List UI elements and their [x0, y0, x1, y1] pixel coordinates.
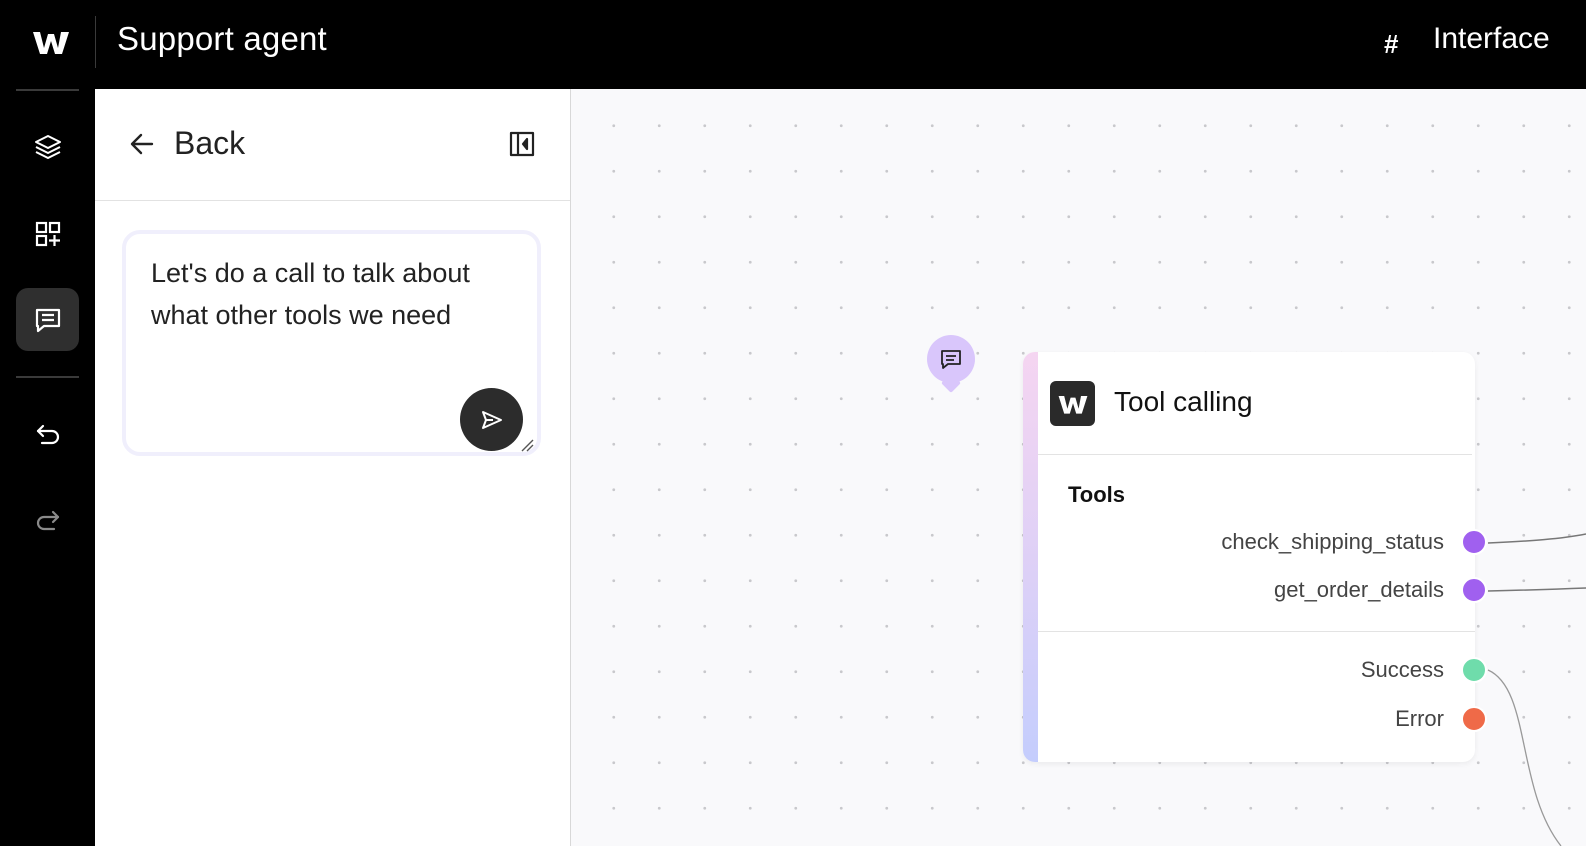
- tool-port-handle[interactable]: [1461, 577, 1487, 603]
- send-icon: [481, 410, 502, 429]
- app-title: Support agent: [117, 20, 327, 57]
- hash-icon: #: [1384, 29, 1399, 59]
- chat-input[interactable]: Let's do a call to talk about what other…: [151, 252, 526, 336]
- output-port-label: Success: [1360, 657, 1444, 682]
- left-rail: [0, 89, 95, 846]
- chat-icon: [35, 308, 60, 332]
- header-divider: [95, 16, 96, 68]
- redo-button[interactable]: [16, 487, 79, 550]
- layers-button[interactable]: [16, 115, 79, 178]
- tool-port-handle[interactable]: [1461, 529, 1487, 555]
- undo-button[interactable]: [16, 401, 79, 464]
- panel-header: Back: [95, 89, 570, 201]
- chat-button[interactable]: [16, 288, 79, 351]
- chat-input-box[interactable]: Let's do a call to talk about what other…: [122, 230, 541, 456]
- flow-canvas[interactable]: Tool calling Tools check_shipping_status…: [571, 89, 1586, 846]
- chat-panel: Back Let's do a call to talk about what …: [95, 89, 571, 846]
- tab-interface[interactable]: Interface: [1433, 22, 1550, 56]
- add-widget-button[interactable]: [16, 202, 79, 265]
- back-arrow-icon[interactable]: [128, 130, 156, 158]
- tool-calling-node[interactable]: Tool calling Tools check_shipping_status…: [1023, 352, 1475, 762]
- redo-icon: [36, 510, 59, 530]
- node-divider: [1038, 631, 1475, 632]
- layers-icon: [34, 134, 61, 159]
- comment-pin[interactable]: [927, 335, 975, 383]
- add-widget-icon: [35, 221, 60, 246]
- rail-divider: [16, 376, 79, 378]
- undo-icon: [36, 424, 59, 444]
- success-port-handle[interactable]: [1461, 657, 1487, 683]
- tool-port-label: check_shipping_status: [1221, 529, 1444, 554]
- app-logo-icon[interactable]: [31, 26, 71, 58]
- comment-icon: [941, 350, 961, 369]
- node-logo-icon: [1050, 381, 1095, 426]
- top-bar: Support agent # Interface: [0, 0, 1586, 89]
- node-divider: [1038, 454, 1472, 455]
- back-button[interactable]: Back: [174, 125, 245, 162]
- error-port-handle[interactable]: [1461, 706, 1487, 732]
- node-title: Tool calling: [1114, 386, 1253, 417]
- resize-handle-icon[interactable]: [520, 438, 534, 452]
- send-button[interactable]: [460, 388, 523, 451]
- tools-section-label: Tools: [1068, 482, 1126, 507]
- tool-port-label: get_order_details: [1273, 577, 1444, 602]
- output-port-label: Error: [1395, 706, 1444, 731]
- node-accent-bar: [1023, 352, 1038, 762]
- collapse-panel-icon[interactable]: [508, 130, 536, 158]
- rail-divider: [16, 89, 79, 91]
